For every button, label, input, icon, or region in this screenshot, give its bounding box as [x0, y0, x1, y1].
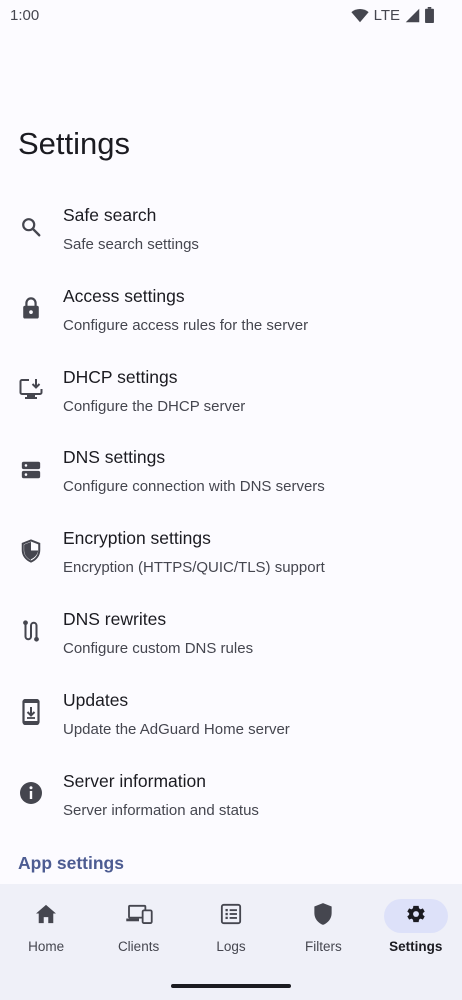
home-icon: [35, 904, 57, 929]
shield-icon: [19, 538, 43, 563]
gesture-handle[interactable]: [171, 984, 291, 988]
nav-label: Logs: [216, 939, 246, 954]
nav-label: Settings: [389, 939, 443, 954]
item-title: Encryption settings: [63, 528, 211, 549]
network-type: LTE: [373, 6, 400, 24]
active-indicator-pill: [383, 899, 448, 933]
logs-icon: [220, 903, 242, 930]
battery-icon: [425, 7, 434, 23]
nav-item-logs[interactable]: Logs: [185, 899, 277, 954]
settings-item-access[interactable]: Access settings Configure access rules f…: [0, 268, 462, 349]
section-header-app-settings: App settings: [18, 853, 124, 873]
dns-icon: [19, 458, 43, 482]
item-subtitle: Configure access rules for the server: [63, 316, 309, 334]
item-title: Safe search: [63, 205, 157, 225]
item-title: DHCP settings: [63, 366, 178, 387]
search-icon: [19, 215, 43, 239]
item-subtitle: Update the AdGuard Home server: [63, 720, 290, 738]
settings-item-dns-rewrites[interactable]: DNS rewrites Configure custom DNS rules: [0, 591, 462, 672]
info-icon: [19, 781, 43, 805]
monitor-download-icon: [19, 377, 43, 401]
settings-item-server-info[interactable]: Server information Server information an…: [0, 753, 462, 834]
nav-item-home[interactable]: Home: [0, 899, 92, 954]
settings-item-updates[interactable]: Updates Update the AdGuard Home server: [0, 672, 462, 753]
nav-label: Clients: [117, 939, 160, 954]
nav-item-filters[interactable]: Filters: [277, 899, 369, 954]
page-title: Settings: [18, 126, 131, 161]
signal-icon: [405, 8, 420, 23]
shield-icon: [313, 902, 333, 931]
status-time: 1:00: [10, 6, 40, 24]
settings-item-dhcp[interactable]: DHCP settings Configure the DHCP server: [0, 349, 462, 430]
gear-icon: [405, 903, 427, 930]
settings-item-dns[interactable]: DNS settings Configure connection with D…: [0, 429, 462, 510]
route-icon: [19, 619, 43, 643]
nav-label: Filters: [304, 939, 342, 954]
bottom-navigation: Home Clients Logs Filters Settings: [0, 884, 462, 974]
nav-item-settings[interactable]: Settings: [370, 899, 462, 954]
settings-list: Safe search Safe search settings Access …: [0, 187, 462, 833]
item-title: DNS rewrites: [63, 608, 167, 629]
item-subtitle: Configure connection with DNS servers: [63, 478, 325, 496]
settings-item-encryption[interactable]: Encryption settings Encryption (HTTPS/QU…: [0, 510, 462, 591]
wifi-icon: [350, 8, 369, 23]
item-subtitle: Configure custom DNS rules: [63, 639, 254, 657]
item-subtitle: Server information and status: [63, 801, 259, 819]
item-title: Updates: [63, 689, 129, 710]
item-subtitle: Encryption (HTTPS/QUIC/TLS) support: [63, 559, 325, 577]
item-title: Server information: [63, 770, 206, 791]
nav-item-clients[interactable]: Clients: [93, 899, 185, 954]
lock-icon: [19, 296, 43, 320]
settings-item-safe-search[interactable]: Safe search Safe search settings: [0, 187, 462, 268]
item-title: DNS settings: [63, 447, 166, 468]
item-title: Access settings: [63, 285, 185, 306]
status-icons: LTE: [350, 6, 434, 24]
status-bar: 1:00 LTE: [0, 0, 462, 30]
phone-download-icon: [19, 699, 43, 726]
nav-label: Home: [28, 939, 65, 954]
item-subtitle: Safe search settings: [63, 236, 199, 253]
devices-icon: [125, 904, 153, 929]
item-subtitle: Configure the DHCP server: [63, 397, 246, 415]
